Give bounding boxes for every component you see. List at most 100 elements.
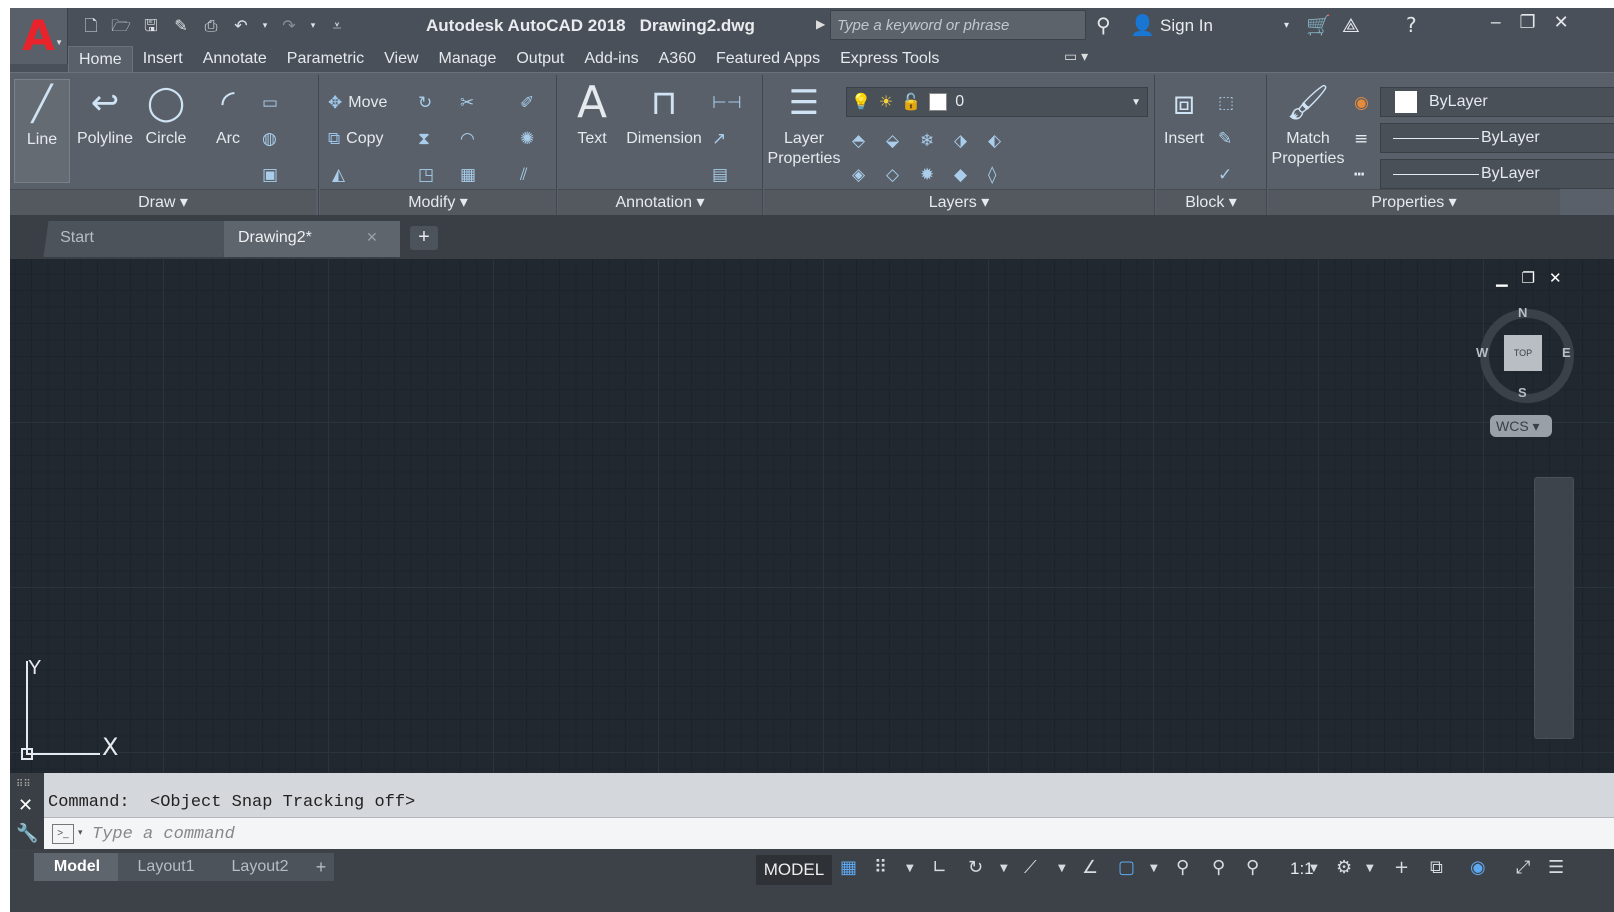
model-space-button[interactable]: MODEL: [756, 855, 832, 885]
create-block-icon[interactable]: ⬚: [1218, 93, 1234, 113]
snap-dropdown-icon[interactable]: ▼: [906, 863, 914, 874]
compass-south[interactable]: S: [1518, 385, 1527, 400]
object-snap-icon[interactable]: ▢: [1118, 857, 1135, 878]
region-icon[interactable]: ▣: [262, 165, 278, 185]
wrench-icon[interactable]: 🔧: [16, 823, 38, 844]
arc-button[interactable]: ◜ Arc: [200, 83, 256, 149]
undo-icon[interactable]: ↶: [230, 16, 252, 36]
binoculars-icon[interactable]: ⚲: [1096, 13, 1111, 37]
layer-make-current-icon[interactable]: ◈: [852, 165, 865, 185]
layer-match-icon[interactable]: ⬖: [988, 131, 1001, 151]
cart-icon[interactable]: 🛒: [1306, 13, 1331, 37]
tab-featured-apps[interactable]: Featured Apps: [706, 46, 830, 72]
annotation-scale-icon[interactable]: ⚲: [1246, 857, 1259, 878]
isolate-objects-icon[interactable]: ⧉: [1430, 857, 1443, 878]
save-icon[interactable]: 🖫: [140, 16, 162, 36]
properties-panel-label[interactable]: Properties ▾: [1268, 189, 1560, 215]
new-tab-button[interactable]: +: [410, 226, 438, 250]
linetype-icon[interactable]: ┅: [1354, 165, 1364, 185]
add-layout-button[interactable]: +: [308, 853, 334, 881]
stretch-icon[interactable]: ◭: [332, 165, 345, 185]
a360-icon[interactable]: ⟁: [1342, 13, 1360, 37]
linetype-dropdown[interactable]: ByLayer: [1380, 159, 1614, 189]
save-as-icon[interactable]: ✎: [170, 16, 192, 36]
scale-dropdown-icon[interactable]: ▼: [1310, 863, 1318, 874]
close-icon[interactable]: ✕: [18, 795, 33, 816]
search-input[interactable]: [830, 10, 1086, 40]
tab-layout2[interactable]: Layout2: [212, 853, 308, 881]
compass-west[interactable]: W: [1476, 345, 1488, 360]
compass-north[interactable]: N: [1518, 305, 1527, 320]
block-panel-label[interactable]: Block ▾: [1156, 189, 1266, 215]
restore-icon[interactable]: ❐: [1519, 12, 1535, 33]
linear-dimension-icon[interactable]: ⊢⊣: [712, 93, 742, 113]
edit-attributes-icon[interactable]: ✓: [1218, 165, 1232, 185]
clean-screen-icon[interactable]: ⤢: [1516, 857, 1530, 878]
polar-dropdown-icon[interactable]: ▼: [1000, 863, 1008, 874]
tab-parametric[interactable]: Parametric: [277, 46, 374, 72]
annotation-visibility-icon[interactable]: ⚲: [1176, 857, 1189, 878]
tab-model[interactable]: Model: [34, 853, 120, 881]
isometric-icon[interactable]: ⟋: [1024, 857, 1037, 878]
customize-quick-access-icon[interactable]: ⩡: [326, 16, 348, 36]
viewport-restore-icon[interactable]: ❐: [1522, 269, 1535, 287]
tab-addins[interactable]: Add-ins: [574, 46, 648, 72]
layer-unlock-icon[interactable]: ◆: [954, 165, 967, 185]
grid-icon[interactable]: ▦: [840, 857, 857, 878]
draw-panel-label[interactable]: Draw ▾: [10, 189, 316, 215]
layer-isolate-icon[interactable]: ⬙: [886, 131, 899, 151]
drawing-canvas[interactable]: ▁ ❐ ✕ TOP N S W E WCS ▾ Y X: [10, 259, 1614, 773]
table-icon[interactable]: ▤: [712, 165, 728, 185]
array-icon[interactable]: ▦: [460, 165, 476, 185]
tab-output[interactable]: Output: [506, 46, 574, 72]
scale-icon[interactable]: ◳: [418, 165, 434, 185]
command-line-grip[interactable]: ⠿⠿ ✕ 🔧: [10, 773, 44, 849]
move-button[interactable]: ✥ Move: [328, 93, 387, 113]
layer-freeze-icon[interactable]: ❄: [920, 131, 934, 151]
tab-home[interactable]: Home: [68, 46, 133, 72]
layer-unisolate-icon[interactable]: ◇: [886, 165, 899, 185]
auto-scale-icon[interactable]: ⚲: [1212, 857, 1225, 878]
viewport-close-icon[interactable]: ✕: [1549, 269, 1562, 287]
dimension-button[interactable]: ⊓ Dimension: [622, 83, 706, 149]
new-icon[interactable]: 🗋: [80, 16, 102, 36]
close-icon[interactable]: ✕: [1554, 12, 1569, 33]
polyline-button[interactable]: ↩ Polyline: [72, 83, 138, 149]
tab-manage[interactable]: Manage: [429, 46, 507, 72]
redo-icon[interactable]: ↷: [278, 16, 300, 36]
hardware-acceleration-icon[interactable]: ◉: [1470, 857, 1486, 878]
plus-icon[interactable]: +: [1394, 857, 1409, 878]
mirror-icon[interactable]: ⧗: [418, 129, 430, 149]
wcs-menu[interactable]: WCS ▾: [1490, 415, 1552, 437]
gear-icon[interactable]: ⚙: [1336, 857, 1352, 878]
viewport-minimize-icon[interactable]: ▁: [1496, 269, 1508, 287]
rotate-icon[interactable]: ↻: [418, 93, 432, 113]
layer-thaw-icon[interactable]: ✹: [920, 165, 934, 185]
tab-insert[interactable]: Insert: [133, 46, 193, 72]
close-tab-icon[interactable]: ✕: [366, 229, 378, 246]
application-menu-button[interactable]: A ▼: [10, 8, 68, 64]
minimize-icon[interactable]: ‒: [1490, 12, 1501, 33]
recent-commands-icon[interactable]: ▾: [78, 827, 83, 838]
compass-east[interactable]: E: [1562, 345, 1571, 360]
tab-annotate[interactable]: Annotate: [193, 46, 277, 72]
user-icon[interactable]: 👤: [1130, 13, 1155, 37]
rectangle-icon[interactable]: ▭: [262, 93, 278, 113]
ribbon-options-icon[interactable]: ▭ ▾: [1064, 48, 1088, 65]
copy-button[interactable]: ⧉ Copy: [328, 129, 384, 149]
sign-in-button[interactable]: Sign In: [1160, 16, 1213, 36]
line-button[interactable]: ╱ Line: [14, 79, 70, 183]
redo-dropdown-icon[interactable]: ▾: [308, 16, 318, 36]
tab-view[interactable]: View: [374, 46, 428, 72]
lineweight-icon[interactable]: ≡: [1354, 129, 1368, 149]
iso-dropdown-icon[interactable]: ▼: [1058, 863, 1066, 874]
customization-menu-icon[interactable]: ☰: [1548, 857, 1564, 878]
osnap-dropdown-icon[interactable]: ▼: [1150, 863, 1158, 874]
lineweight-dropdown[interactable]: ByLayer: [1380, 123, 1614, 153]
open-icon[interactable]: 🗁: [110, 16, 132, 36]
hatch-icon[interactable]: ◍: [262, 129, 277, 149]
tab-start[interactable]: Start: [43, 221, 229, 257]
snap-icon[interactable]: ⠿: [874, 857, 887, 878]
explode-icon[interactable]: ✺: [520, 129, 534, 149]
layer-dropdown[interactable]: 💡 ☀ 🔓 0 ▼: [846, 87, 1148, 117]
